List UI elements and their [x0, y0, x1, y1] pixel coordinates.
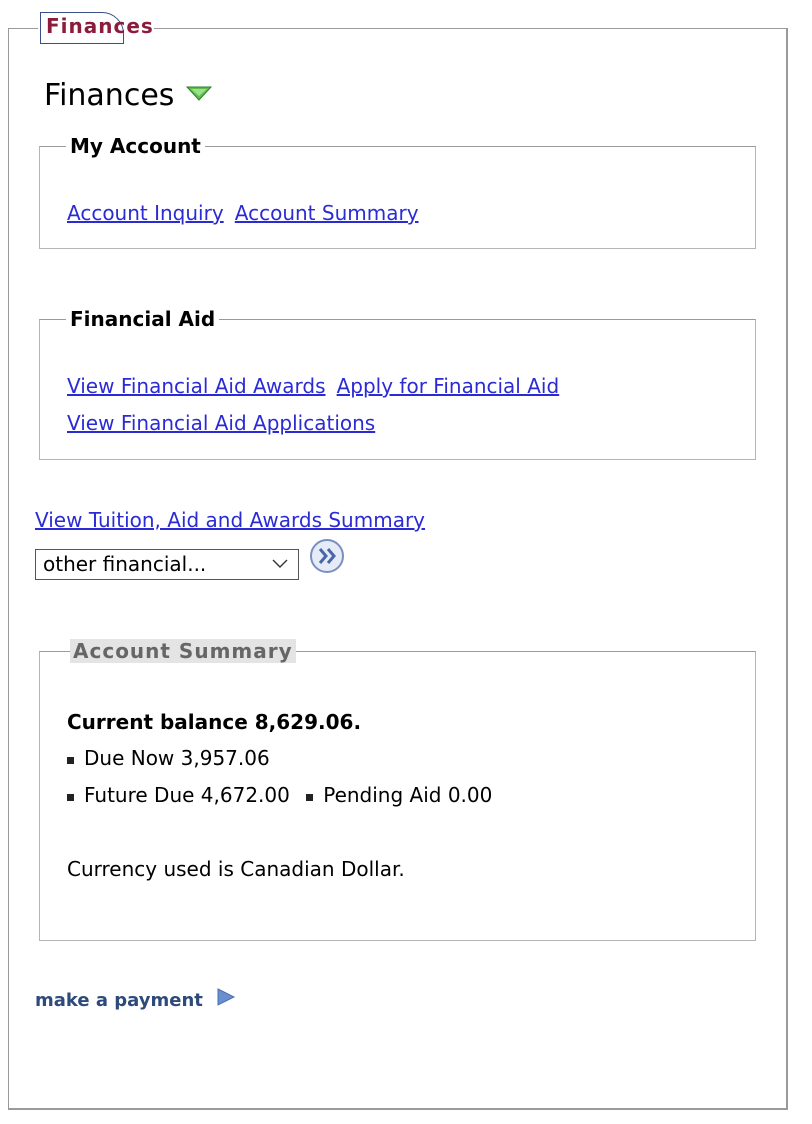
- due-now-item: Due Now 3,957.06: [67, 746, 270, 770]
- finances-tab: Finances: [38, 12, 154, 46]
- pending-aid-text: Pending Aid 0.00: [323, 783, 493, 807]
- financial-aid-links: View Financial Aid Awards Apply for Fina…: [67, 374, 565, 448]
- bullet-icon: [67, 794, 74, 801]
- account-summary-link[interactable]: Account Summary: [235, 201, 419, 225]
- other-financial-select[interactable]: other financial...: [35, 549, 299, 580]
- play-arrow-icon[interactable]: [216, 988, 236, 1008]
- financial-aid-group: Financial Aid View Financial Aid Awards …: [39, 307, 756, 460]
- due-now-text: Due Now 3,957.06: [84, 746, 270, 770]
- account-summary-legend: Account Summary: [70, 639, 296, 663]
- make-payment-link[interactable]: make a payment: [35, 990, 203, 1011]
- currency-note: Currency used is Canadian Dollar.: [67, 857, 405, 881]
- double-chevron-right-icon[interactable]: [309, 538, 345, 574]
- chevron-down-icon: [272, 559, 288, 568]
- my-account-legend: My Account: [66, 134, 205, 158]
- account-summary-group: Account Summary Current balance 8,629.06…: [39, 639, 756, 941]
- view-financial-aid-awards-link[interactable]: View Financial Aid Awards: [67, 374, 326, 398]
- future-due-text: Future Due 4,672.00: [84, 783, 290, 807]
- bullet-icon: [67, 757, 74, 764]
- bullet-icon: [306, 794, 314, 801]
- triangle-down-icon[interactable]: [186, 86, 212, 102]
- my-account-group: My Account Account Inquiry Account Summa…: [39, 134, 756, 249]
- account-inquiry-link[interactable]: Account Inquiry: [67, 201, 224, 225]
- current-balance: Current balance 8,629.06.: [67, 710, 362, 734]
- my-account-links: Account Inquiry Account Summary: [67, 201, 425, 238]
- financial-aid-legend: Financial Aid: [66, 307, 220, 331]
- page-title: Finances: [44, 78, 175, 113]
- view-tuition-summary-link[interactable]: View Tuition, Aid and Awards Summary: [35, 508, 425, 532]
- apply-financial-aid-link[interactable]: Apply for Financial Aid: [337, 374, 560, 398]
- view-financial-aid-applications-link[interactable]: View Financial Aid Applications: [67, 411, 375, 435]
- future-due-row: Future Due 4,672.00 Pending Aid 0.00: [67, 783, 492, 807]
- finances-tab-label: Finances: [46, 14, 154, 38]
- select-value: other financial...: [43, 552, 207, 576]
